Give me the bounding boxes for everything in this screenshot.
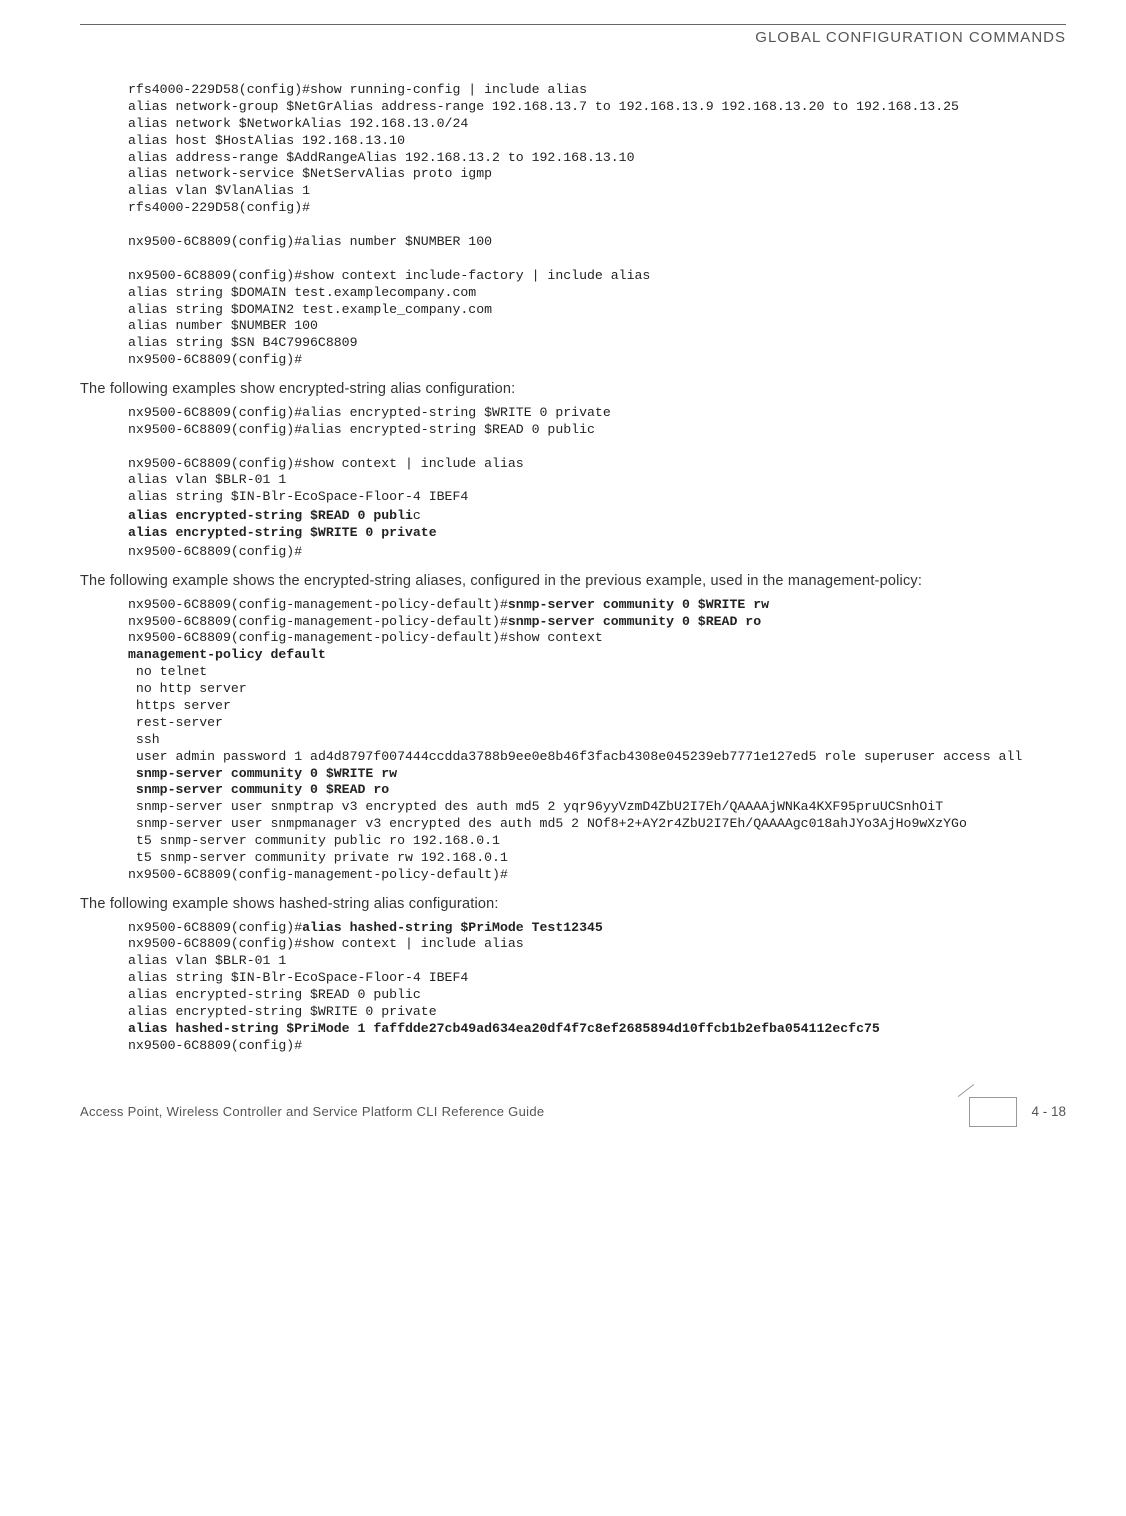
bold-line-read: alias encrypted-string $READ 0 publi (128, 508, 413, 523)
paragraph-2: The following example shows the encrypte… (80, 571, 1066, 593)
block3f: snmp-server user snmptrap v3 encrypted d… (128, 799, 967, 882)
code-block-3: nx9500-6C8809(config-management-policy-d… (128, 597, 1066, 884)
footer: Access Point, Wireless Controller and Se… (80, 1091, 1066, 1127)
block3d: no telnet no http server https server re… (128, 664, 1022, 763)
block3b: nx9500-6C8809(config-management-policy-d… (128, 630, 603, 645)
footer-left: Access Point, Wireless Controller and Se… (80, 1104, 544, 1119)
line-3a2: nx9500-6C8809(config-management-policy-d… (128, 614, 508, 629)
code-block-2c: nx9500-6C8809(config)# (128, 544, 1066, 561)
top-divider (80, 24, 1066, 25)
paragraph-1: The following examples show encrypted-st… (80, 379, 1066, 401)
bold-snmp-w2: snmp-server community 0 $WRITE rw (128, 766, 397, 781)
block4d: nx9500-6C8809(config)# (128, 1038, 302, 1053)
line-3a1: nx9500-6C8809(config-management-policy-d… (128, 597, 508, 612)
bold-snmp-r2: snmp-server community 0 $READ ro (128, 782, 389, 797)
bold-hashed-out: alias hashed-string $PriMode 1 faffdde27… (128, 1021, 880, 1036)
bold-snmp-read: snmp-server community 0 $READ ro (508, 614, 761, 629)
trailing-c: c (413, 508, 421, 523)
block4b: nx9500-6C8809(config)#show context | inc… (128, 936, 524, 1019)
code-block-2a: nx9500-6C8809(config)#alias encrypted-st… (128, 405, 1066, 506)
bold-snmp-write: snmp-server community 0 $WRITE rw (508, 597, 769, 612)
code-block-1: rfs4000-229D58(config)#show running-conf… (128, 82, 1066, 369)
bold-line-write: alias encrypted-string $WRITE 0 private (128, 525, 437, 540)
bold-mp-default: management-policy default (128, 647, 326, 662)
footer-decor-box (969, 1097, 1017, 1127)
footer-right-group: 4 - 18 (969, 1097, 1066, 1127)
section-header: GLOBAL CONFIGURATION COMMANDS (80, 29, 1066, 46)
page-number: 4 - 18 (1031, 1104, 1066, 1119)
code-block-2b: alias encrypted-string $READ 0 public al… (128, 508, 1066, 542)
paragraph-3: The following example shows hashed-strin… (80, 894, 1066, 916)
bold-hashed-cmd: alias hashed-string $PriMode Test12345 (302, 920, 603, 935)
code-block-4: nx9500-6C8809(config)#alias hashed-strin… (128, 920, 1066, 1055)
line-4a1: nx9500-6C8809(config)# (128, 920, 302, 935)
